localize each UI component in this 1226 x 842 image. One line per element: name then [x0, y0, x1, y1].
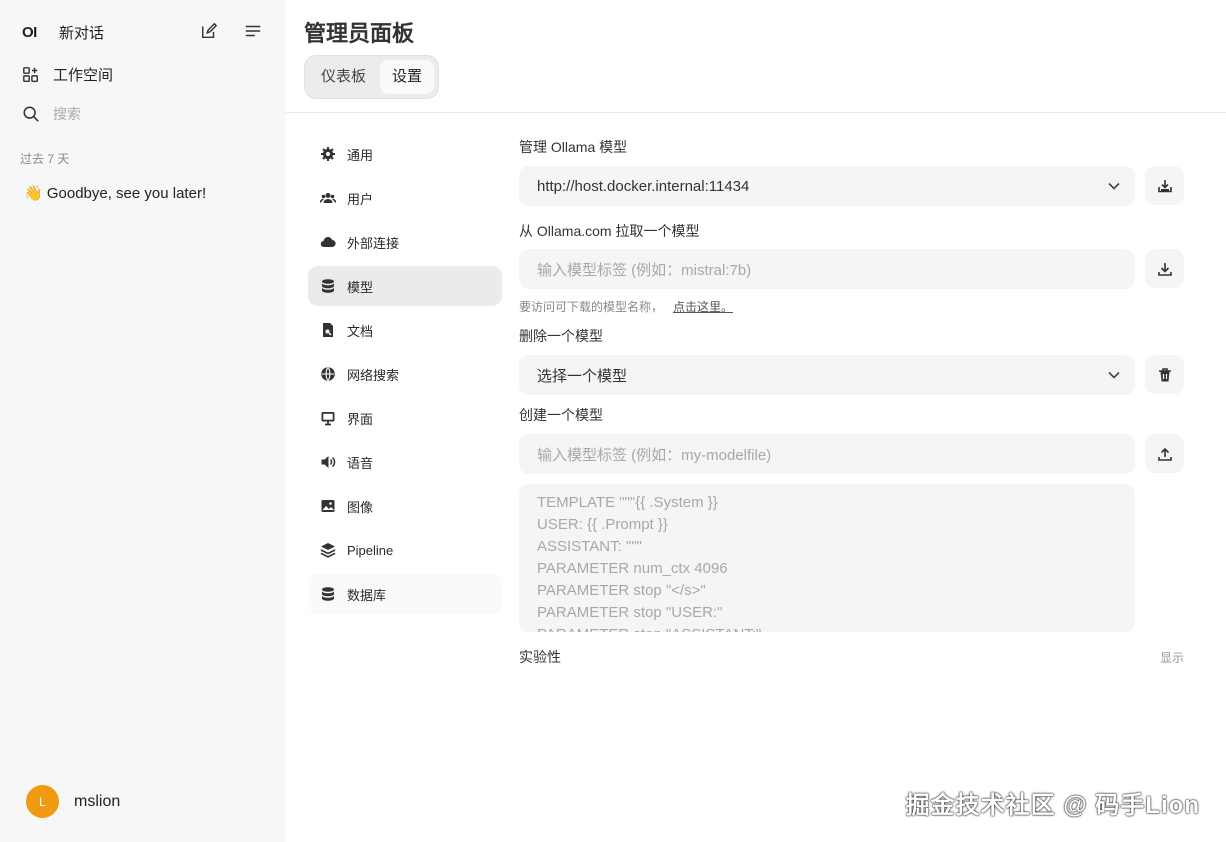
modelfile-line: USER: {{ .Prompt }}: [537, 516, 668, 533]
nav-documents[interactable]: 文档: [308, 310, 502, 350]
create-model-label: 创建一个模型: [519, 407, 603, 423]
database-icon: [320, 586, 336, 602]
trash-icon: [1158, 367, 1171, 381]
chat-section-label: 过去 7 天: [20, 152, 70, 166]
speaker-icon: [320, 454, 336, 470]
watermark: 掘金技术社区 @ 码手Lion: [905, 792, 1200, 819]
monitor-icon: [320, 410, 336, 426]
cloud-icon: [320, 234, 336, 250]
modelfile-line: PARAMETER num_ctx 4096: [537, 560, 728, 577]
sidebar: OI 新对话 工作空间 搜索 过去 7 天 👋 Goodbye, see you…: [0, 0, 286, 842]
app-logo: OI: [22, 24, 37, 41]
search-placeholder: 搜索: [53, 106, 81, 122]
nav-general-label: 通用: [347, 147, 374, 163]
modelfile-line: PARAMETER stop "ASSISTANT:": [537, 624, 1117, 632]
experimental-label: 实验性: [519, 649, 561, 665]
nav-pipeline[interactable]: Pipeline: [308, 530, 502, 570]
nav-general[interactable]: 通用: [308, 134, 502, 174]
create-model-input[interactable]: 输入模型标签 (例如：my-modelfile): [519, 434, 1135, 474]
ollama-url-value: http://host.docker.internal:11434: [537, 177, 750, 195]
create-model-button[interactable]: [1145, 434, 1184, 473]
new-chat-label: 新对话: [59, 25, 105, 42]
workspace-link[interactable]: 工作空间: [22, 64, 113, 85]
gear-icon: [320, 146, 336, 162]
pull-model-button[interactable]: [1145, 249, 1184, 288]
nav-connections-label: 外部连接: [347, 235, 400, 251]
nav-database-label: 数据库: [347, 587, 387, 603]
search-input[interactable]: 搜索: [22, 104, 81, 124]
pull-hint-text: 要访问可下载的模型名称，: [519, 300, 664, 314]
delete-model-label: 删除一个模型: [519, 328, 603, 344]
workspace-icon: [22, 66, 40, 84]
users-icon: [319, 190, 337, 206]
pull-hint-link[interactable]: 点击这里。: [673, 300, 733, 314]
pull-hint: 要访问可下载的模型名称， 点击这里。: [519, 298, 733, 315]
nav-database[interactable]: 数据库: [308, 574, 502, 614]
chevron-down-icon: [1108, 371, 1120, 379]
nav-images-label: 图像: [347, 499, 374, 515]
search-icon: [22, 105, 40, 123]
page-title: 管理员面板: [304, 21, 415, 46]
pull-model-label: 从 Ollama.com 拉取一个模型: [519, 223, 700, 239]
nav-web-search-label: 网络搜索: [347, 367, 400, 383]
pull-model-input[interactable]: 输入模型标签 (例如：mistral:7b): [519, 249, 1135, 289]
nav-users-label: 用户: [347, 191, 374, 207]
upload-icon: [1157, 447, 1172, 461]
download-box-icon: [1157, 179, 1172, 192]
nav-models-label: 模型: [347, 279, 374, 295]
experimental-toggle[interactable]: 显示: [1160, 649, 1184, 666]
nav-pipeline-label: Pipeline: [347, 542, 394, 558]
user-menu[interactable]: L mslion: [26, 785, 120, 818]
modelfile-textarea[interactable]: TEMPLATE """{{ .System }} USER: {{ .Prom…: [519, 484, 1135, 632]
workspace-label: 工作空间: [53, 67, 114, 84]
delete-model-select[interactable]: 选择一个模型: [519, 355, 1135, 395]
nav-interface[interactable]: 界面: [308, 398, 502, 438]
manage-models-label: 管理 Ollama 模型: [519, 139, 628, 155]
globe-icon: [320, 366, 336, 382]
header-divider: [286, 112, 1226, 113]
create-model-placeholder: 输入模型标签 (例如：my-modelfile): [537, 446, 772, 464]
nav-interface-label: 界面: [347, 411, 374, 427]
nav-audio-label: 语音: [347, 455, 374, 471]
tab-bar: 仪表板 设置: [304, 55, 440, 99]
nav-users[interactable]: 用户: [308, 178, 502, 218]
modelfile-line: ASSISTANT: """: [537, 538, 642, 555]
delete-model-button[interactable]: [1145, 355, 1184, 394]
new-chat-row[interactable]: OI 新对话: [22, 22, 104, 43]
main-panel: 管理员面板 仪表板 设置 通用 用户 外部连接 模型 文档 网络搜索 界面 语音…: [286, 0, 1226, 842]
nav-models[interactable]: 模型: [308, 266, 502, 306]
modelfile-line: PARAMETER stop "</s>": [537, 582, 706, 599]
tab-dashboard[interactable]: 仪表板: [309, 60, 378, 94]
chat-item[interactable]: 👋 Goodbye, see you later!: [24, 184, 206, 202]
ollama-url-select[interactable]: http://host.docker.internal:11434: [519, 166, 1135, 206]
nav-audio[interactable]: 语音: [308, 442, 502, 482]
tab-settings[interactable]: 设置: [380, 60, 435, 94]
update-models-button[interactable]: [1145, 166, 1184, 205]
database-icon: [320, 278, 336, 294]
download-icon: [1157, 262, 1172, 276]
nav-images[interactable]: 图像: [308, 486, 502, 526]
compose-icon[interactable]: [200, 22, 218, 40]
chevron-down-icon: [1108, 182, 1120, 190]
modelfile-line: TEMPLATE """{{ .System }}: [537, 494, 718, 511]
menu-icon[interactable]: [244, 22, 262, 40]
pull-model-placeholder: 输入模型标签 (例如：mistral:7b): [537, 261, 752, 279]
layers-icon: [320, 542, 336, 558]
delete-model-value: 选择一个模型: [537, 367, 628, 385]
settings-nav: 通用 用户 外部连接 模型 文档 网络搜索 界面 语音 图像 Pipeline …: [308, 134, 502, 618]
nav-connections[interactable]: 外部连接: [308, 222, 502, 262]
nav-web-search[interactable]: 网络搜索: [308, 354, 502, 394]
image-icon: [320, 498, 336, 514]
avatar: L: [26, 785, 59, 818]
modelfile-line: PARAMETER stop "USER:": [537, 604, 723, 621]
nav-documents-label: 文档: [347, 323, 374, 339]
document-icon: [320, 322, 336, 338]
username: mslion: [74, 792, 121, 810]
